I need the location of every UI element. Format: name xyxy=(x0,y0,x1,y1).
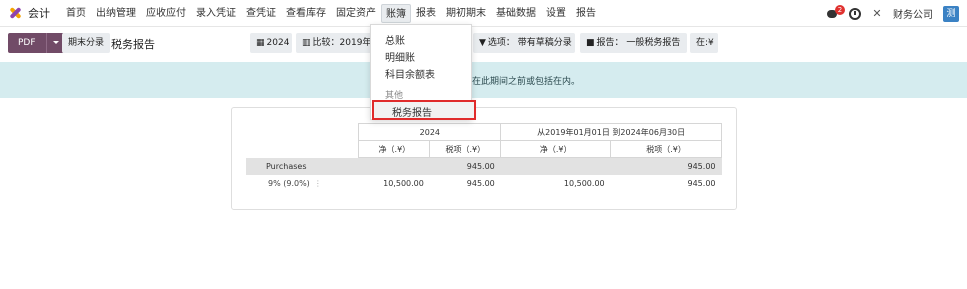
column-group-comparison: 从2019年01月01日 到2024年06月30日 xyxy=(500,123,722,141)
cell-value xyxy=(358,157,430,175)
menu-item-receivable-payable[interactable]: 应收应付 xyxy=(141,4,191,23)
col-tax-2: 税项（.¥） xyxy=(610,140,722,158)
user-avatar[interactable]: 测 xyxy=(943,5,959,22)
column-group-header-row: 2024 从2019年01月01日 到2024年06月30日 xyxy=(246,123,722,141)
date-filter-label: 2024 xyxy=(266,38,290,48)
column-group-2024: 2024 xyxy=(358,123,502,141)
cell-value: 945.00 xyxy=(610,157,722,175)
comparison-filter-label: 比较：2019年1 xyxy=(312,38,372,48)
funnel-icon: ▼ xyxy=(479,38,486,48)
col-tax-1: 税项（.¥） xyxy=(429,140,502,158)
systray: 2 ✕ 财务公司 测 xyxy=(817,4,959,23)
dropdown-item-trial-balance[interactable]: 科目余额表 xyxy=(385,66,435,81)
ledgers-dropdown-menu: 总账 明细账 科目余额表 其他 税务报告 xyxy=(370,24,476,120)
col-net-2: 净（.¥） xyxy=(500,140,612,158)
menu-item-home[interactable]: 首页 xyxy=(61,4,91,23)
tax-report-table: 2024 从2019年01月01日 到2024年06月30日 净（.¥） 税项（… xyxy=(246,123,722,192)
date-filter[interactable]: ▦ 2024 xyxy=(250,33,292,53)
col-net-1: 净（.¥） xyxy=(358,140,431,158)
menu-item-inventory[interactable]: 查看库存 xyxy=(281,4,331,23)
row-label-cell[interactable]: 9% (9.0%) ⋮ xyxy=(246,175,359,192)
app-brand[interactable]: 会计 xyxy=(8,5,50,21)
cell-value: 10,500.00 xyxy=(383,178,424,188)
table-row-purchases[interactable]: Purchases 945.00 945.00 xyxy=(246,157,722,175)
cell-value: 10,500.00 xyxy=(563,178,605,188)
cell-value: 945.00 xyxy=(466,178,495,188)
calendar-icon: ▦ xyxy=(256,38,265,48)
info-alert: 在此期间之前或包括在内。 xyxy=(0,62,967,98)
cell-value: 945.00 xyxy=(429,157,501,175)
app-name: 会计 xyxy=(28,7,50,20)
menu-item-report[interactable]: 报告 xyxy=(571,4,601,23)
book-icon: ■ xyxy=(586,38,595,48)
clock-icon[interactable] xyxy=(849,7,861,20)
menu-item-view-voucher[interactable]: 查凭证 xyxy=(241,4,281,23)
menu-item-fixed-assets[interactable]: 固定资产 xyxy=(331,4,381,23)
column-sub-header-row: 净（.¥） 税项（.¥） 净（.¥） 税项（.¥） xyxy=(246,140,722,158)
tools-icon[interactable]: ✕ xyxy=(871,7,883,20)
top-navbar: 会计 首页 出纳管理 应收应付 录入凭证 查凭证 查看库存 固定资产 账簿 报表… xyxy=(0,0,967,27)
control-panel: PDF 期末分录 税务报告 ▦ 2024 ▥ 比较：2019年1 ▼ 选项： 带有草稿… xyxy=(0,27,967,62)
pdf-button[interactable]: PDF xyxy=(8,33,46,53)
options-filter-label: 选项： 带有草稿分录 xyxy=(487,38,572,48)
menu-item-reports[interactable]: 报表 xyxy=(411,4,441,23)
alert-text: 在此期间之前或包括在内。 xyxy=(472,77,581,87)
table-row-tax-9[interactable]: 9% (9.0%) ⋮ 10,500.00 945.00 10,500.00 94… xyxy=(246,175,722,192)
company-switcher[interactable]: 财务公司 xyxy=(893,6,933,21)
menu-item-period[interactable]: 期初期末 xyxy=(441,4,491,23)
currency-filter[interactable]: 在:¥ xyxy=(690,33,718,53)
cell-value xyxy=(500,157,611,175)
cell-value: 945.00 xyxy=(687,178,716,188)
pdf-dropdown-toggle[interactable] xyxy=(45,33,64,53)
dropdown-item-tax-report-label: 税务报告 xyxy=(392,108,432,119)
period-close-button[interactable]: 期末分录 xyxy=(62,33,111,53)
dropdown-item-general-ledger[interactable]: 总账 xyxy=(385,32,405,47)
dropdown-item-detail-ledger[interactable]: 明细账 xyxy=(385,49,415,64)
chat-badge: 2 xyxy=(835,4,845,15)
chat-icon[interactable]: 2 xyxy=(827,4,845,20)
menu-item-settings[interactable]: 设置 xyxy=(541,4,571,23)
menu-item-master-data[interactable]: 基础数据 xyxy=(491,4,541,23)
dropdown-item-tax-report[interactable]: 税务报告 xyxy=(372,100,476,120)
main-menu: 首页 出纳管理 应收应付 录入凭证 查凭证 查看库存 固定资产 账簿 报表 期初… xyxy=(61,0,601,27)
menu-item-ledgers[interactable]: 账簿 xyxy=(381,4,411,23)
menu-item-enter-voucher[interactable]: 录入凭证 xyxy=(191,4,241,23)
pdf-button-group: PDF xyxy=(8,33,64,53)
app-logo-icon xyxy=(8,6,22,20)
report-variant-filter[interactable]: ■ 报告： 一般税务报告 xyxy=(580,33,687,53)
report-variant-label: 报告： 一般税务报告 xyxy=(596,38,681,48)
row-label: Purchases xyxy=(246,157,359,175)
bar-chart-icon: ▥ xyxy=(302,38,311,48)
report-card: 2024 从2019年01月01日 到2024年06月30日 净（.¥） 税项（… xyxy=(231,107,737,210)
row-label: 9% (9.0%) xyxy=(268,178,310,188)
comparison-filter[interactable]: ▥ 比较：2019年1 xyxy=(296,33,372,53)
page-title: 税务报告 xyxy=(111,38,155,51)
menu-item-cashier[interactable]: 出纳管理 xyxy=(91,4,141,23)
row-menu-icon[interactable]: ⋮ xyxy=(314,179,322,188)
options-filter[interactable]: ▼ 选项： 带有草稿分录 xyxy=(473,33,575,53)
